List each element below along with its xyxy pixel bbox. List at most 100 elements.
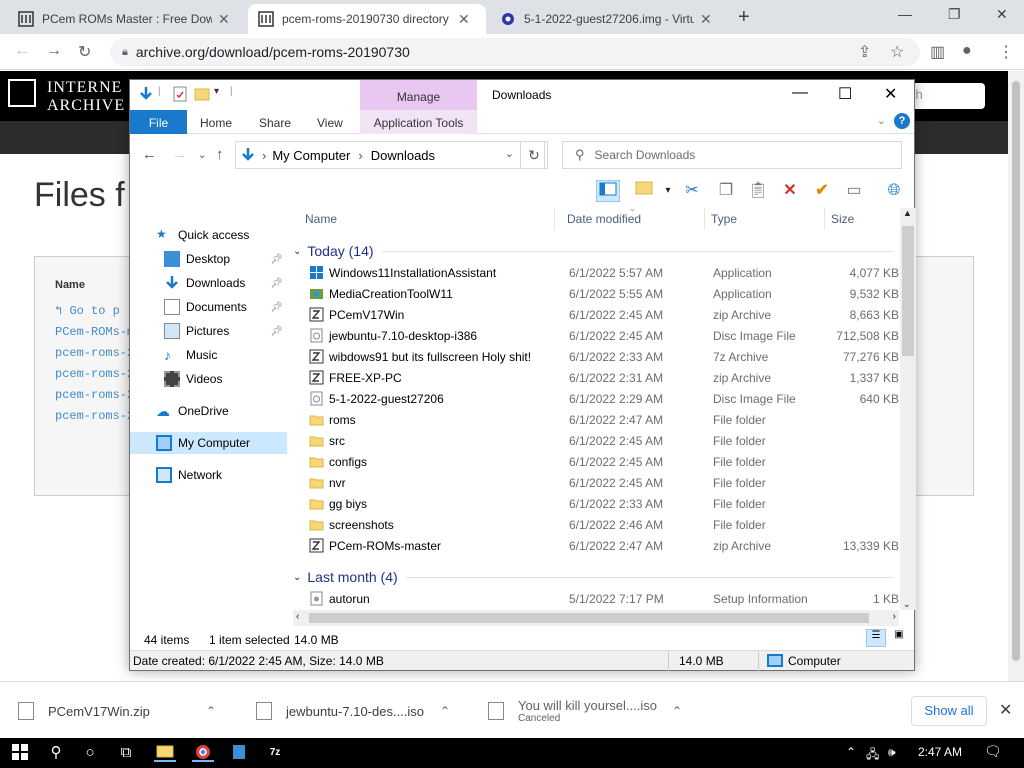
large-icons-view-icon[interactable]: ▣ (890, 629, 908, 647)
close-tab-icon[interactable]: ✕ (700, 11, 712, 28)
group-header-last-month[interactable]: ⌄ Last month (4) (293, 568, 893, 586)
nav-documents[interactable]: Documents 📌︎ (130, 296, 287, 318)
address-dropdown-icon[interactable]: ⌄ (505, 147, 514, 160)
profile-avatar-icon[interactable]: ● (962, 42, 972, 60)
file-row[interactable]: gg biys 6/1/2022 2:33 AM File folder (293, 493, 899, 514)
file-link[interactable]: pcem-roms-2 (55, 346, 134, 360)
file-row[interactable]: PCemV17Win 6/1/2022 2:45 AM zip Archive 8,6… (293, 304, 899, 325)
scroll-thumb[interactable] (309, 613, 869, 623)
download-item-pcemv17win[interactable]: PCemV17Win.zip ⌃ (18, 692, 228, 730)
maximize-icon[interactable]: ☐ (838, 84, 852, 104)
rename-icon[interactable]: ▭ (842, 180, 866, 202)
start-windows-icon[interactable] (10, 744, 30, 762)
nav-onedrive[interactable]: ☁ OneDrive (130, 400, 287, 422)
clock[interactable]: 2:47 AM (918, 745, 962, 759)
reload-icon[interactable]: ↻ (78, 42, 91, 62)
search-icon[interactable]: ⚲ (46, 744, 66, 762)
close-icon[interactable]: ✕ (884, 84, 897, 104)
tab-view[interactable]: View (317, 110, 343, 134)
copy-icon[interactable]: ❐ (714, 180, 738, 202)
archive-logo[interactable]: INTERNE ARCHIVE (8, 79, 125, 115)
file-row[interactable]: PCem-ROMs-master 6/1/2022 2:47 AM zip Arch… (293, 535, 899, 556)
scroll-down-icon[interactable]: ⌄ (903, 599, 911, 610)
file-link[interactable]: pcem-roms-2 (55, 409, 134, 423)
menu-kebab-icon[interactable]: ⋮ (998, 42, 1014, 62)
file-row[interactable]: roms 6/1/2022 2:47 AM File folder (293, 409, 899, 430)
file-row[interactable]: jewbuntu-7.10-desktop-i386 6/1/2022 2:45 … (293, 325, 899, 346)
column-header-type[interactable]: Type (705, 208, 825, 230)
nav-downloads[interactable]: Downloads 📌︎ (130, 272, 287, 294)
breadcrumb-my-computer[interactable]: My Computer (272, 148, 350, 163)
new-folder-icon[interactable] (194, 86, 210, 102)
nav-my-computer[interactable]: My Computer (130, 432, 287, 454)
details-view-icon[interactable]: ☰ (866, 629, 886, 647)
check-icon[interactable]: ✔ (810, 180, 834, 202)
file-row[interactable]: 5-1-2022-guest27206 6/1/2022 2:29 AM Disc … (293, 388, 899, 409)
delete-icon[interactable]: ✕ (778, 180, 802, 202)
close-tab-icon[interactable]: ✕ (218, 11, 230, 28)
globe-icon[interactable]: 🌐︎ (882, 180, 906, 202)
nav-network[interactable]: Network (130, 464, 287, 486)
page-scrollbar[interactable] (1008, 71, 1024, 681)
tab-share[interactable]: Share (259, 110, 291, 134)
forward-icon[interactable]: → (172, 146, 187, 163)
restore-icon[interactable]: ❐ (948, 6, 961, 23)
file-link[interactable]: pcem-roms-2 (55, 388, 134, 402)
side-panel-icon[interactable]: ▥ (930, 42, 945, 62)
file-row[interactable]: wibdows91 but its fullscreen Holy shit! 6… (293, 346, 899, 367)
preview-pane-icon[interactable] (596, 180, 620, 202)
file-list-horizontal-scrollbar[interactable]: ‹ › (293, 610, 899, 626)
file-link[interactable]: pcem-roms-2 (55, 367, 134, 381)
address-breadcrumb[interactable]: › My Computer › Downloads ⌄ (235, 141, 545, 169)
chevron-up-icon[interactable]: ⌃ (440, 704, 450, 718)
go-to-parent-link[interactable]: ↰ Go to p (55, 303, 120, 318)
download-item-canceled[interactable]: You will kill yoursel....iso Canceled ⌃ (488, 692, 698, 730)
view-options-dropdown-icon[interactable]: ▾ (656, 180, 680, 202)
view-options-icon[interactable] (632, 180, 656, 202)
up-icon[interactable]: ↑ (216, 146, 224, 163)
file-row[interactable]: nvr 6/1/2022 2:45 AM File folder (293, 472, 899, 493)
share-icon[interactable]: ⇪ (858, 42, 871, 62)
nav-music[interactable]: ♪ Music (130, 344, 287, 366)
scroll-right-icon[interactable]: › (893, 611, 896, 622)
download-item-jewbuntu[interactable]: jewbuntu-7.10-des....iso ⌃ (256, 692, 466, 730)
nav-videos[interactable]: Videos (130, 368, 287, 390)
task-view-icon[interactable]: ⧉ (116, 744, 136, 762)
file-row[interactable]: src 6/1/2022 2:45 AM File folder (293, 430, 899, 451)
network-tray-icon[interactable]: 🖧︎ (866, 745, 879, 766)
back-icon[interactable]: ← (142, 146, 157, 163)
file-row[interactable]: screenshots 6/1/2022 2:46 AM File folder (293, 514, 899, 535)
customize-quick-access-icon[interactable]: ▾ (214, 86, 230, 102)
nav-pictures[interactable]: Pictures 📌︎ (130, 320, 287, 342)
forward-icon[interactable]: → (46, 42, 62, 60)
close-shelf-icon[interactable]: ✕ (999, 700, 1012, 720)
search-input[interactable]: ⚲ Search Downloads (562, 141, 902, 169)
bookmark-star-icon[interactable]: ☆ (890, 42, 904, 62)
column-header-size[interactable]: Size (825, 208, 899, 230)
tab-file[interactable]: File (130, 110, 187, 134)
browser-tab-pcem-roms[interactable]: PCem ROMs Master : Free Down ✕ (8, 4, 246, 34)
properties-icon[interactable] (172, 86, 188, 102)
file-list-vertical-scrollbar[interactable]: ▲ ⌄ (900, 208, 916, 610)
file-row[interactable]: Windows11InstallationAssistant 6/1/2022 5… (293, 262, 899, 283)
7zip-taskbar-icon[interactable]: 7z (264, 744, 286, 762)
address-bar[interactable]: 🔒︎ archive.org/download/pcem-roms-201907… (110, 38, 920, 66)
column-header-name[interactable]: Name (299, 208, 555, 230)
new-tab-icon[interactable]: + (738, 6, 750, 29)
chrome-taskbar-icon[interactable] (192, 744, 214, 762)
nav-desktop[interactable]: Desktop 📌︎ (130, 248, 287, 270)
breadcrumb-downloads[interactable]: Downloads (371, 148, 435, 163)
app-taskbar-icon[interactable] (228, 744, 250, 762)
recent-locations-icon[interactable]: ⌄ (198, 150, 206, 161)
scroll-left-icon[interactable]: ‹ (296, 611, 299, 622)
file-row[interactable]: FREE-XP-PC 6/1/2022 2:31 AM zip Archive 1,3… (293, 367, 899, 388)
minimize-icon[interactable]: — (792, 84, 808, 102)
tab-home[interactable]: Home (200, 110, 232, 134)
file-row[interactable]: autorun 5/1/2022 7:17 PM Setup Information… (293, 588, 899, 609)
scroll-up-icon[interactable]: ▲ (903, 208, 912, 218)
chevron-up-icon[interactable]: ⌃ (206, 704, 216, 718)
file-explorer-taskbar-icon[interactable] (154, 744, 176, 762)
volume-icon[interactable]: 🕪︎ (888, 745, 896, 760)
file-row[interactable]: configs 6/1/2022 2:45 AM File folder (293, 451, 899, 472)
nav-quick-access[interactable]: ★ Quick access (130, 224, 287, 246)
